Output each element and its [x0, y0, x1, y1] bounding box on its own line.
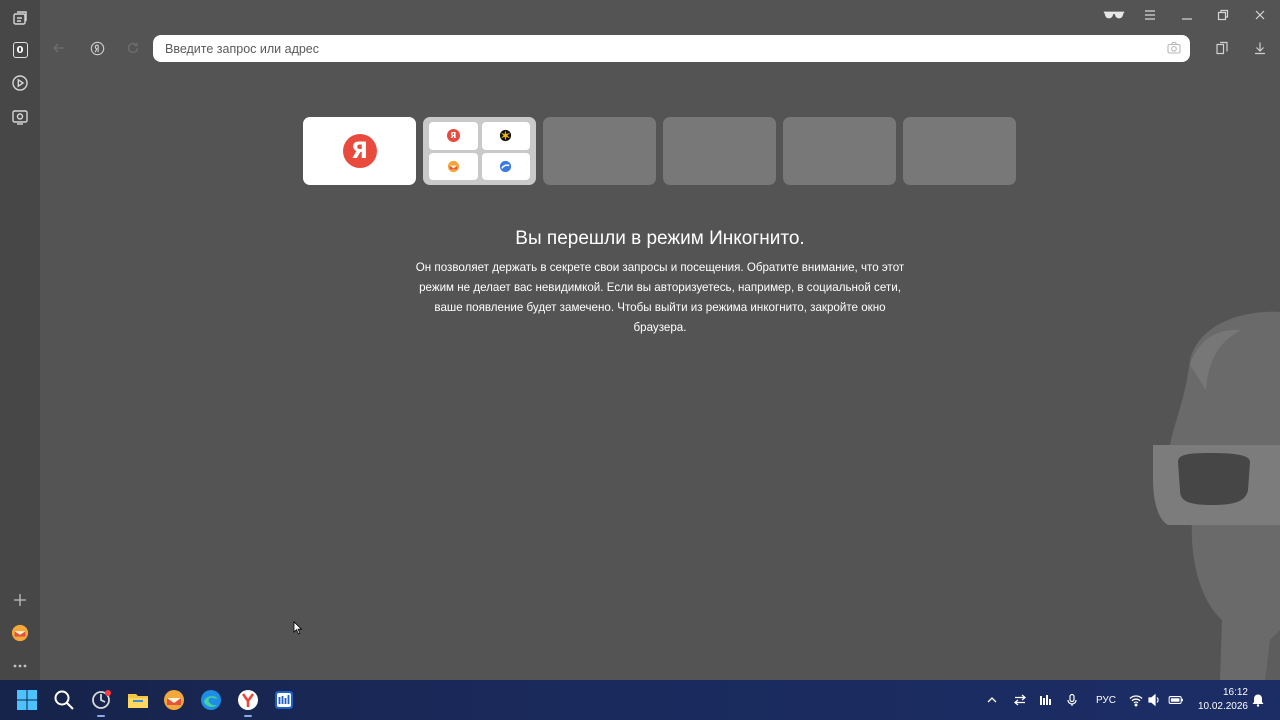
yandex-mini-icon: Я [429, 122, 478, 150]
yandex-mail-taskbar-icon[interactable] [162, 688, 186, 712]
more-dots-icon[interactable] [8, 654, 32, 678]
search-icon[interactable] [52, 688, 76, 712]
mouse-cursor-icon [293, 621, 303, 635]
incognito-title: Вы перешли в режим Инкогнито. [515, 228, 805, 249]
taskbar: РУС 16:12 10.02.2026 [0, 680, 1280, 720]
sidebar: 0 [0, 0, 40, 680]
clock[interactable]: 16:12 10.02.2026 [1192, 686, 1248, 714]
disk-mini-icon [481, 152, 530, 180]
collections-icon[interactable] [1210, 36, 1234, 60]
transfer-arrows-icon[interactable] [1012, 692, 1028, 708]
tile-folder[interactable]: Я [423, 117, 536, 185]
incognito-figure-icon [1153, 311, 1280, 680]
wifi-icon[interactable] [1128, 692, 1144, 708]
tabs-collections-icon[interactable] [8, 6, 32, 30]
back-arrow-icon[interactable] [47, 36, 71, 60]
yandex-logo-icon: Я [342, 134, 377, 168]
running-indicator [97, 715, 105, 717]
edge-browser-icon[interactable] [199, 688, 223, 712]
tile-empty[interactable] [663, 117, 776, 185]
incognito-glasses-icon [1101, 3, 1127, 27]
video-play-icon[interactable] [8, 71, 32, 95]
menu-icon[interactable] [1138, 3, 1162, 27]
camera-search-icon[interactable] [1166, 40, 1182, 56]
kinopoisk-mini-icon [481, 122, 530, 150]
screenshot-icon[interactable] [8, 105, 32, 129]
toolbar: Введите запрос или адрес [40, 0, 1280, 72]
meter-app-icon[interactable] [272, 688, 296, 712]
reload-icon[interactable] [121, 36, 145, 60]
volume-icon[interactable] [1147, 692, 1161, 708]
language-indicator[interactable]: РУС [1094, 692, 1118, 708]
tile-empty[interactable] [903, 117, 1016, 185]
meter-tray-icon[interactable] [1038, 692, 1054, 708]
browser-window: 0 Введите запрос или адрес Я Я Вы перешл… [0, 0, 1280, 680]
tile-empty[interactable] [543, 117, 656, 185]
alice-assistant-icon[interactable] [89, 688, 113, 717]
notifications-icon[interactable] [1250, 692, 1266, 708]
tab-counter-button[interactable]: 0 [8, 38, 32, 62]
add-panel-icon[interactable] [8, 588, 32, 612]
address-bar[interactable]: Введите запрос или адрес [153, 35, 1190, 62]
start-windows-icon[interactable] [15, 688, 39, 712]
mail-mini-icon [429, 152, 478, 180]
restore-icon[interactable] [1211, 3, 1235, 27]
minimize-icon[interactable] [1175, 3, 1199, 27]
incognito-description: Он позволяет держать в секрете свои запр… [415, 261, 905, 334]
yandex-browser-icon[interactable] [236, 688, 260, 717]
file-explorer-icon[interactable] [126, 688, 150, 712]
battery-icon[interactable] [1167, 692, 1185, 708]
yandex-home-icon[interactable] [85, 36, 109, 60]
close-icon[interactable] [1248, 3, 1272, 27]
downloads-icon[interactable] [1248, 36, 1272, 60]
tile-yandex[interactable]: Я [303, 117, 416, 185]
address-placeholder: Введите запрос или адрес [165, 41, 320, 56]
yandex-mail-icon[interactable] [8, 621, 32, 645]
show-hidden-icons-chevron-icon[interactable] [985, 692, 999, 708]
tile-empty[interactable] [783, 117, 896, 185]
microphone-icon[interactable] [1065, 692, 1079, 708]
clock-time: 16:12 [1222, 687, 1248, 698]
running-indicator [244, 715, 252, 717]
tab-count-badge: 0 [12, 42, 28, 58]
clock-date: 10.02.2026 [1197, 701, 1248, 712]
